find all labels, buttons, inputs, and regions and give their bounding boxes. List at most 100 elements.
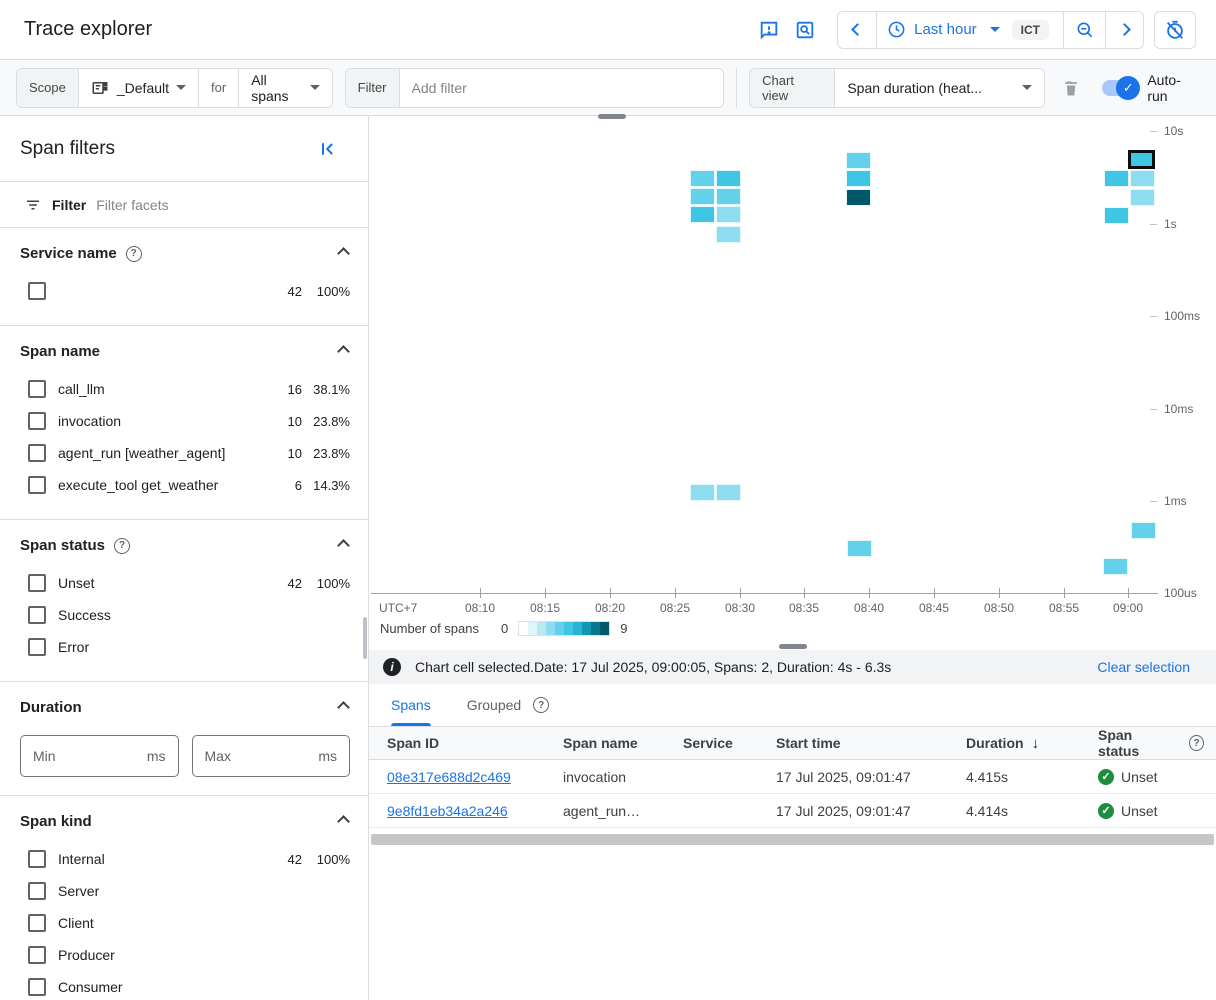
collapse-section-button[interactable]: [337, 242, 350, 265]
heatmap-cell[interactable]: [846, 189, 871, 206]
column-header-start-time[interactable]: Start time: [776, 735, 966, 751]
x-axis-tick-label: 08:45: [912, 601, 956, 615]
add-filter-input[interactable]: [400, 69, 724, 107]
chevron-left-icon: [851, 23, 864, 36]
facet-filter-input[interactable]: [96, 197, 348, 213]
facet-row: Unset42100%: [20, 567, 350, 599]
horizontal-scrollbar[interactable]: [371, 834, 1214, 845]
delete-query-button[interactable]: [1057, 70, 1087, 106]
checkbox[interactable]: [28, 882, 46, 900]
toolbar-divider: [736, 68, 737, 108]
zoom-out-time-button[interactable]: [1063, 12, 1105, 48]
column-header-span-id[interactable]: Span ID: [387, 735, 563, 751]
x-axis-tick-label: 08:35: [782, 601, 826, 615]
checkbox[interactable]: [28, 978, 46, 996]
help-icon[interactable]: ?: [114, 538, 130, 554]
heatmap-cell[interactable]: [1130, 170, 1155, 187]
checkbox[interactable]: [28, 380, 46, 398]
heatmap-cell[interactable]: [716, 484, 741, 501]
heatmap-cell[interactable]: [846, 170, 871, 187]
timezone-badge[interactable]: ICT: [1012, 20, 1049, 40]
tab-grouped[interactable]: Grouped: [467, 684, 521, 726]
sidebar-scrollbar[interactable]: [363, 617, 367, 659]
collapse-section-button[interactable]: [337, 696, 350, 719]
column-header-duration[interactable]: Duration↓: [966, 735, 1098, 752]
checkbox[interactable]: [28, 444, 46, 462]
facet-value-label: call_llm: [58, 381, 268, 397]
scope-dropdown[interactable]: _Default: [79, 69, 198, 107]
heatmap-cell[interactable]: [847, 540, 872, 557]
heatmap-cell[interactable]: [716, 206, 741, 223]
chart-view-value: Span duration (heat...: [847, 80, 982, 96]
column-header-span-name[interactable]: Span name: [563, 735, 683, 751]
status-label: Unset: [1121, 769, 1158, 785]
duration-max-input[interactable]: [205, 748, 295, 764]
checkbox[interactable]: [28, 574, 46, 592]
heatmap-cell[interactable]: [690, 188, 715, 205]
x-axis-tick-label: 08:50: [977, 601, 1021, 615]
checkbox[interactable]: [28, 282, 46, 300]
heatmap-cell[interactable]: [1131, 522, 1156, 539]
help-icon[interactable]: ?: [1189, 735, 1204, 751]
legend-max: 9: [620, 621, 627, 636]
help-icon[interactable]: ?: [533, 697, 549, 713]
heatmap-cell[interactable]: [1103, 558, 1128, 575]
checkbox[interactable]: [28, 476, 46, 494]
auto-run-toggle[interactable]: ✓: [1102, 80, 1137, 96]
duration-min-input[interactable]: [33, 748, 123, 764]
status-label: Unset: [1121, 803, 1158, 819]
time-range-dropdown[interactable]: Last hour ICT: [876, 12, 1063, 48]
heatmap-cell[interactable]: [690, 170, 715, 187]
facet-row: execute_tool get_weather614.3%: [20, 469, 350, 501]
checkbox[interactable]: [28, 412, 46, 430]
span-id-link[interactable]: 9e8fd1eb34a2a246: [387, 803, 508, 819]
chart-view-dropdown[interactable]: Span duration (heat...: [835, 69, 1043, 107]
span-scope-dropdown[interactable]: All spans: [238, 69, 331, 107]
collapse-section-button[interactable]: [337, 340, 350, 363]
tab-spans[interactable]: Spans: [391, 684, 431, 726]
spans-table-header: Span IDSpan nameServiceStart timeDuratio…: [369, 727, 1216, 760]
span-id-link[interactable]: 08e317e688d2c469: [387, 769, 511, 785]
heatmap-cell[interactable]: [1104, 207, 1129, 224]
heatmap-cell[interactable]: [690, 206, 715, 223]
heatmap-cell[interactable]: [716, 188, 741, 205]
heatmap-cell[interactable]: [716, 170, 741, 187]
auto-refresh-off-button[interactable]: [1154, 11, 1196, 49]
toolbar-resize-handle[interactable]: [598, 114, 626, 119]
feedback-button[interactable]: [751, 12, 787, 48]
column-header-service[interactable]: Service: [683, 735, 776, 751]
checkbox[interactable]: [28, 946, 46, 964]
duration-cell: 4.415s: [966, 769, 1098, 785]
heatmap-cell[interactable]: [716, 226, 741, 243]
legend-min: 0: [501, 621, 508, 636]
clear-selection-button[interactable]: Clear selection: [1097, 659, 1190, 675]
heatmap-cell[interactable]: [690, 484, 715, 501]
time-next-button[interactable]: [1105, 12, 1143, 48]
help-icon[interactable]: ?: [126, 246, 142, 262]
checkbox[interactable]: [28, 638, 46, 656]
sort-desc-icon[interactable]: ↓: [1032, 735, 1040, 752]
checkbox[interactable]: [28, 850, 46, 868]
time-range-value: Last hour: [914, 21, 977, 38]
facet-count: 10: [268, 414, 302, 429]
screen-search-button[interactable]: [787, 12, 823, 48]
collapse-section-button[interactable]: [337, 534, 350, 557]
collapse-sidebar-button[interactable]: [310, 131, 346, 167]
x-axis-tick-label: 08:15: [523, 601, 567, 615]
x-axis-tick-label: 08:40: [847, 601, 891, 615]
heatmap-cell[interactable]: [1130, 189, 1155, 206]
heatmap-cell[interactable]: [846, 152, 871, 169]
heatmap-cell[interactable]: [1104, 170, 1129, 187]
time-prev-button[interactable]: [838, 12, 876, 48]
facet-row: Error: [20, 631, 350, 663]
column-header-span-status[interactable]: Span status?: [1098, 727, 1204, 759]
collapse-section-button[interactable]: [337, 810, 350, 833]
trash-icon: [1061, 78, 1081, 98]
panel-resize-handle[interactable]: [779, 644, 807, 649]
sidebar-title: Span filters: [20, 138, 310, 160]
facet-row: Producer: [20, 939, 350, 971]
checkbox[interactable]: [28, 914, 46, 932]
checkbox[interactable]: [28, 606, 46, 624]
collapse-panel-icon: [318, 139, 338, 159]
heatmap-cell-selected[interactable]: [1128, 150, 1155, 169]
